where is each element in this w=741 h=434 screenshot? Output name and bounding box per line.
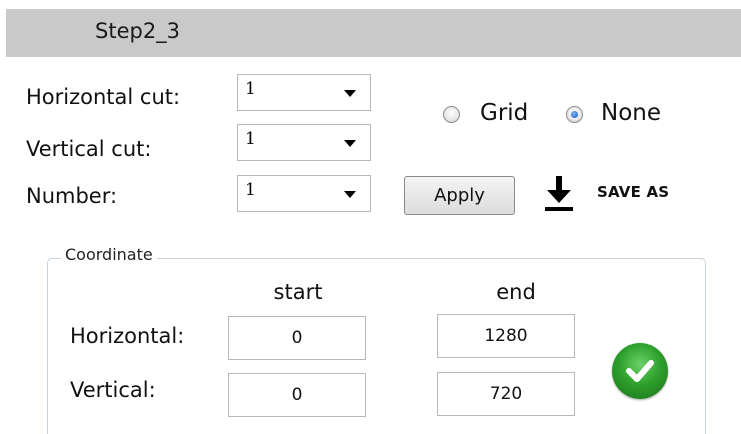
grid-radio[interactable] [443, 106, 460, 123]
download-icon[interactable] [541, 172, 577, 212]
grid-radio-label[interactable]: Grid [480, 100, 528, 126]
vertical-cut-value: 1 [245, 129, 256, 149]
chevron-down-icon [344, 140, 356, 147]
vertical-start-input[interactable] [228, 373, 366, 417]
chevron-down-icon [344, 90, 356, 97]
number-select[interactable]: 1 [237, 175, 371, 212]
vertical-cut-label: Vertical cut: [26, 137, 152, 161]
end-column-header: end [496, 280, 536, 304]
apply-button[interactable]: Apply [404, 176, 515, 215]
start-column-header: start [273, 280, 323, 304]
chevron-down-icon [344, 191, 356, 198]
vertical-row-label: Vertical: [70, 378, 156, 402]
number-label: Number: [26, 184, 118, 208]
horizontal-end-input[interactable] [437, 314, 575, 358]
none-radio-label[interactable]: None [601, 100, 661, 126]
none-radio[interactable] [566, 106, 583, 123]
horizontal-start-input[interactable] [228, 316, 366, 360]
page-title: Step2_3 [95, 19, 181, 43]
title-bar: Step2_3 [6, 9, 741, 57]
number-value: 1 [245, 180, 256, 200]
vertical-cut-select[interactable]: 1 [237, 124, 371, 161]
coordinate-legend: Coordinate [61, 245, 157, 264]
horizontal-row-label: Horizontal: [70, 324, 185, 348]
save-as-button[interactable]: SAVE AS [597, 183, 669, 201]
horizontal-cut-select[interactable]: 1 [237, 74, 371, 111]
vertical-end-input[interactable] [437, 372, 575, 416]
checkmark-icon[interactable] [612, 343, 668, 399]
horizontal-cut-label: Horizontal cut: [26, 85, 181, 109]
horizontal-cut-value: 1 [245, 79, 256, 99]
